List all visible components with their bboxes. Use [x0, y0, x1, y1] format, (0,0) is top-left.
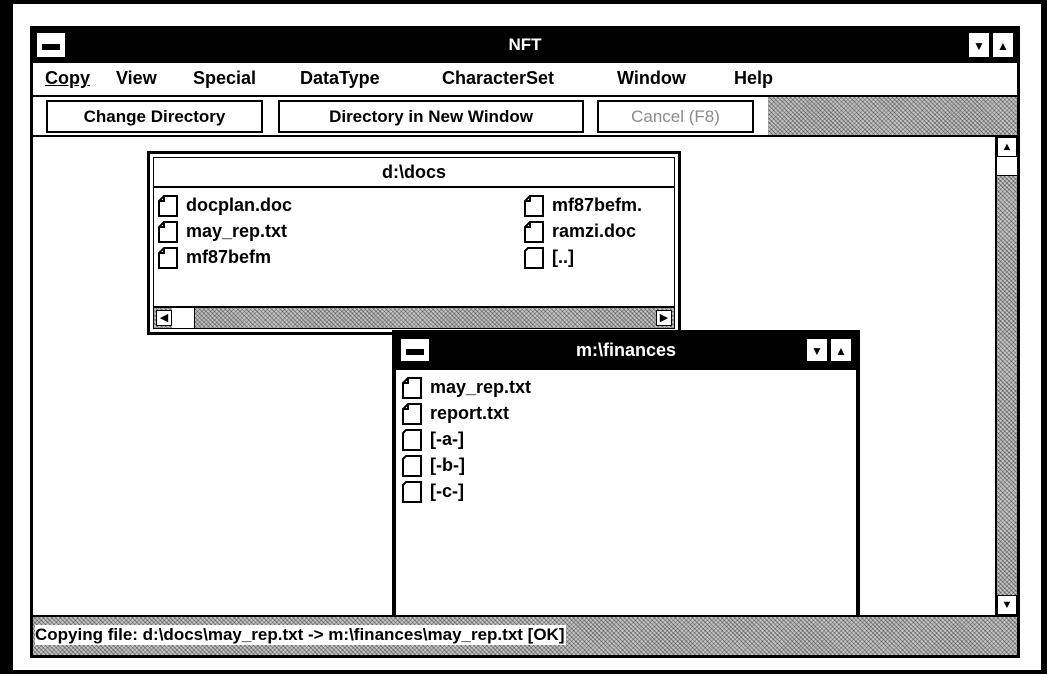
file-item[interactable]: may_rep.txt: [402, 374, 531, 400]
file-name: mf87befm: [186, 247, 272, 267]
nft-app-window: NFT ▼ ▲ Copy View Special DataType Chara…: [30, 26, 1020, 658]
file-item[interactable]: docplan.doc: [158, 192, 292, 218]
menu-window[interactable]: Window: [617, 68, 686, 89]
file-item[interactable]: may_rep.txt: [158, 218, 287, 244]
menu-bar: Copy View Special DataType CharacterSet …: [33, 63, 1017, 97]
folder-icon: [402, 481, 422, 504]
docs-horizontal-scrollbar[interactable]: ◀ ▶: [154, 306, 674, 328]
cancel-button[interactable]: Cancel (F8): [597, 100, 754, 133]
file-name: mf87befm.: [552, 195, 643, 215]
minimize-icon[interactable]: ▼: [806, 338, 828, 362]
app-title: NFT: [508, 35, 542, 54]
folder-item[interactable]: [-c-]: [402, 478, 464, 504]
menu-special[interactable]: Special: [193, 68, 256, 89]
finances-title-bar: m:\finances ▼ ▲: [396, 334, 856, 370]
status-bar: Copying file: d:\docs\may_rep.txt -> m:\…: [33, 615, 1017, 655]
maximize-icon[interactable]: ▲: [992, 32, 1014, 58]
folder-icon: [402, 455, 422, 478]
maximize-icon[interactable]: ▲: [830, 338, 852, 362]
docs-window-title: d:\docs: [154, 158, 674, 188]
file-name: report.txt: [430, 403, 510, 423]
scroll-thumb[interactable]: [172, 308, 195, 328]
change-directory-button[interactable]: Change Directory: [46, 100, 263, 133]
folder-item[interactable]: [-b-]: [402, 452, 465, 478]
document-icon: [402, 403, 422, 426]
menu-copy[interactable]: Copy: [45, 68, 90, 89]
file-name: may_rep.txt: [186, 221, 288, 241]
folder-name: [-c-]: [430, 481, 464, 501]
file-name: may_rep.txt: [430, 377, 532, 397]
document-icon: [158, 221, 178, 244]
document-icon: [158, 247, 178, 270]
document-icon: [402, 377, 422, 400]
app-title-bar: NFT ▼ ▲: [33, 29, 1017, 63]
folder-icon: [402, 429, 422, 452]
menu-characterset[interactable]: CharacterSet: [442, 68, 554, 89]
folder-icon: [524, 247, 544, 270]
minimize-icon[interactable]: ▼: [968, 32, 990, 58]
file-name: docplan.doc: [186, 195, 293, 215]
folder-name: [-b-]: [430, 455, 465, 475]
toolbar: Change Directory Directory in New Window…: [33, 97, 1017, 137]
menu-view[interactable]: View: [116, 68, 157, 89]
folder-name: [-a-]: [430, 429, 464, 449]
file-item[interactable]: report.txt: [402, 400, 509, 426]
docs-window-content: d:\docs docplan.doc may_rep.txt mf87befm…: [153, 157, 675, 329]
finances-window[interactable]: m:\finances ▼ ▲ may_rep.txt report.txt […: [392, 330, 860, 620]
scroll-down-icon[interactable]: ▼: [997, 595, 1017, 615]
file-item[interactable]: mf87befm: [158, 244, 271, 270]
main-vertical-scrollbar[interactable]: ▲ ▼: [995, 137, 1017, 615]
menu-help[interactable]: Help: [734, 68, 773, 89]
file-item[interactable]: mf87befm.: [524, 192, 642, 218]
docs-window[interactable]: d:\docs docplan.doc may_rep.txt mf87befm…: [147, 151, 681, 335]
folder-item[interactable]: [..]: [524, 244, 574, 270]
scroll-up-icon[interactable]: ▲: [997, 137, 1017, 157]
finances-window-title: m:\finances: [575, 340, 677, 360]
document-icon: [158, 195, 178, 218]
status-text: Copying file: d:\docs\may_rep.txt -> m:\…: [35, 625, 567, 645]
scroll-left-icon[interactable]: ◀: [156, 310, 172, 326]
workspace: d:\docs docplan.doc may_rep.txt mf87befm…: [33, 137, 995, 620]
file-name: ramzi.doc: [552, 221, 637, 241]
file-item[interactable]: ramzi.doc: [524, 218, 636, 244]
scroll-right-icon[interactable]: ▶: [656, 310, 672, 326]
document-icon: [524, 195, 544, 218]
directory-new-window-button[interactable]: Directory in New Window: [278, 100, 584, 133]
menu-datatype[interactable]: DataType: [300, 68, 380, 89]
folder-name: [..]: [552, 247, 574, 267]
toolbar-empty-area: [768, 97, 1017, 135]
document-icon: [524, 221, 544, 244]
folder-item[interactable]: [-a-]: [402, 426, 464, 452]
scroll-thumb[interactable]: [997, 157, 1017, 176]
